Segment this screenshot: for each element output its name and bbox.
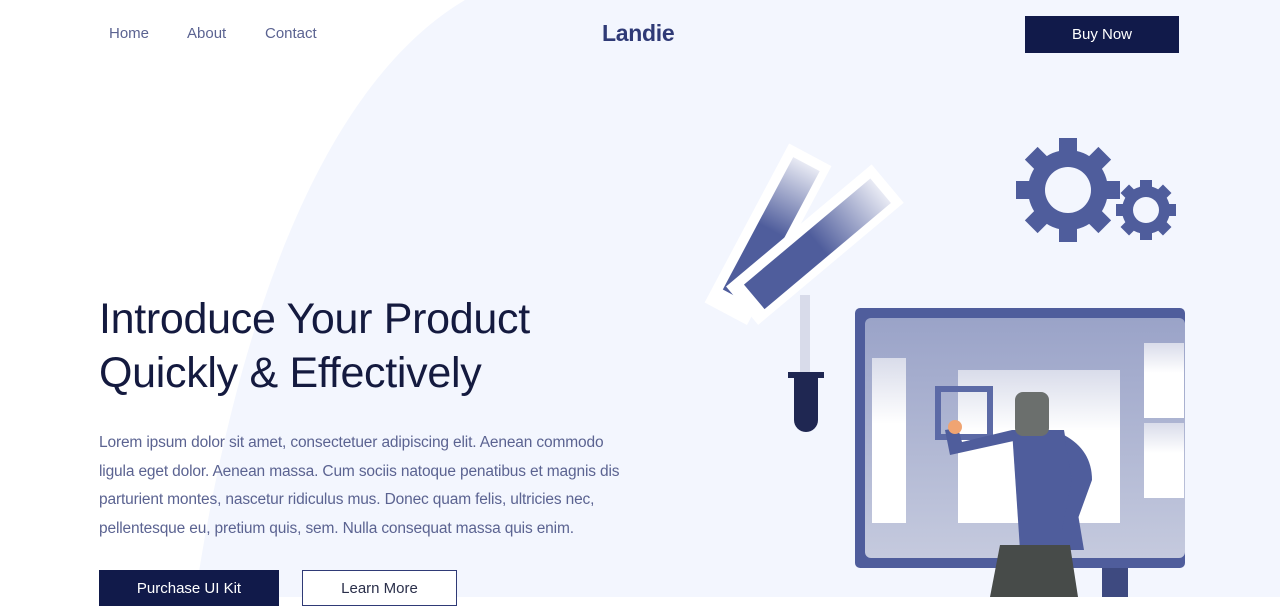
hero-illustration <box>704 138 1185 597</box>
description-line: Lorem ipsum dolor sit amet, consectetuer… <box>99 434 604 451</box>
buy-now-button[interactable]: Buy Now <box>1025 16 1179 53</box>
logo[interactable]: Landie <box>602 20 675 47</box>
top-nav: Home About Contact Landie Buy Now <box>0 0 1280 68</box>
purchase-ui-kit-button[interactable]: Purchase UI Kit <box>99 570 279 606</box>
nav-about[interactable]: About <box>187 25 226 42</box>
hero-title: Introduce Your Product Quickly & Effecti… <box>99 292 530 400</box>
gears-icon <box>1016 138 1176 242</box>
nav-home[interactable]: Home <box>109 25 149 42</box>
description-line: ligula eget dolor. Aenean massa. Cum soc… <box>99 462 620 480</box>
description-line: pellentesque eu, pretium quis, sem. Null… <box>99 519 574 537</box>
hero-description: Lorem ipsum dolor sit amet, consectetuer… <box>99 429 620 543</box>
hero-title-line: Introduce Your Product <box>99 295 530 343</box>
nav-contact[interactable]: Contact <box>265 25 317 42</box>
eyedropper-icon <box>788 295 824 432</box>
hero-title-line: Quickly & Effectively <box>99 349 482 397</box>
learn-more-button[interactable]: Learn More <box>302 570 457 606</box>
description-line: parturient montes, nascetur ridiculus mu… <box>99 491 595 508</box>
